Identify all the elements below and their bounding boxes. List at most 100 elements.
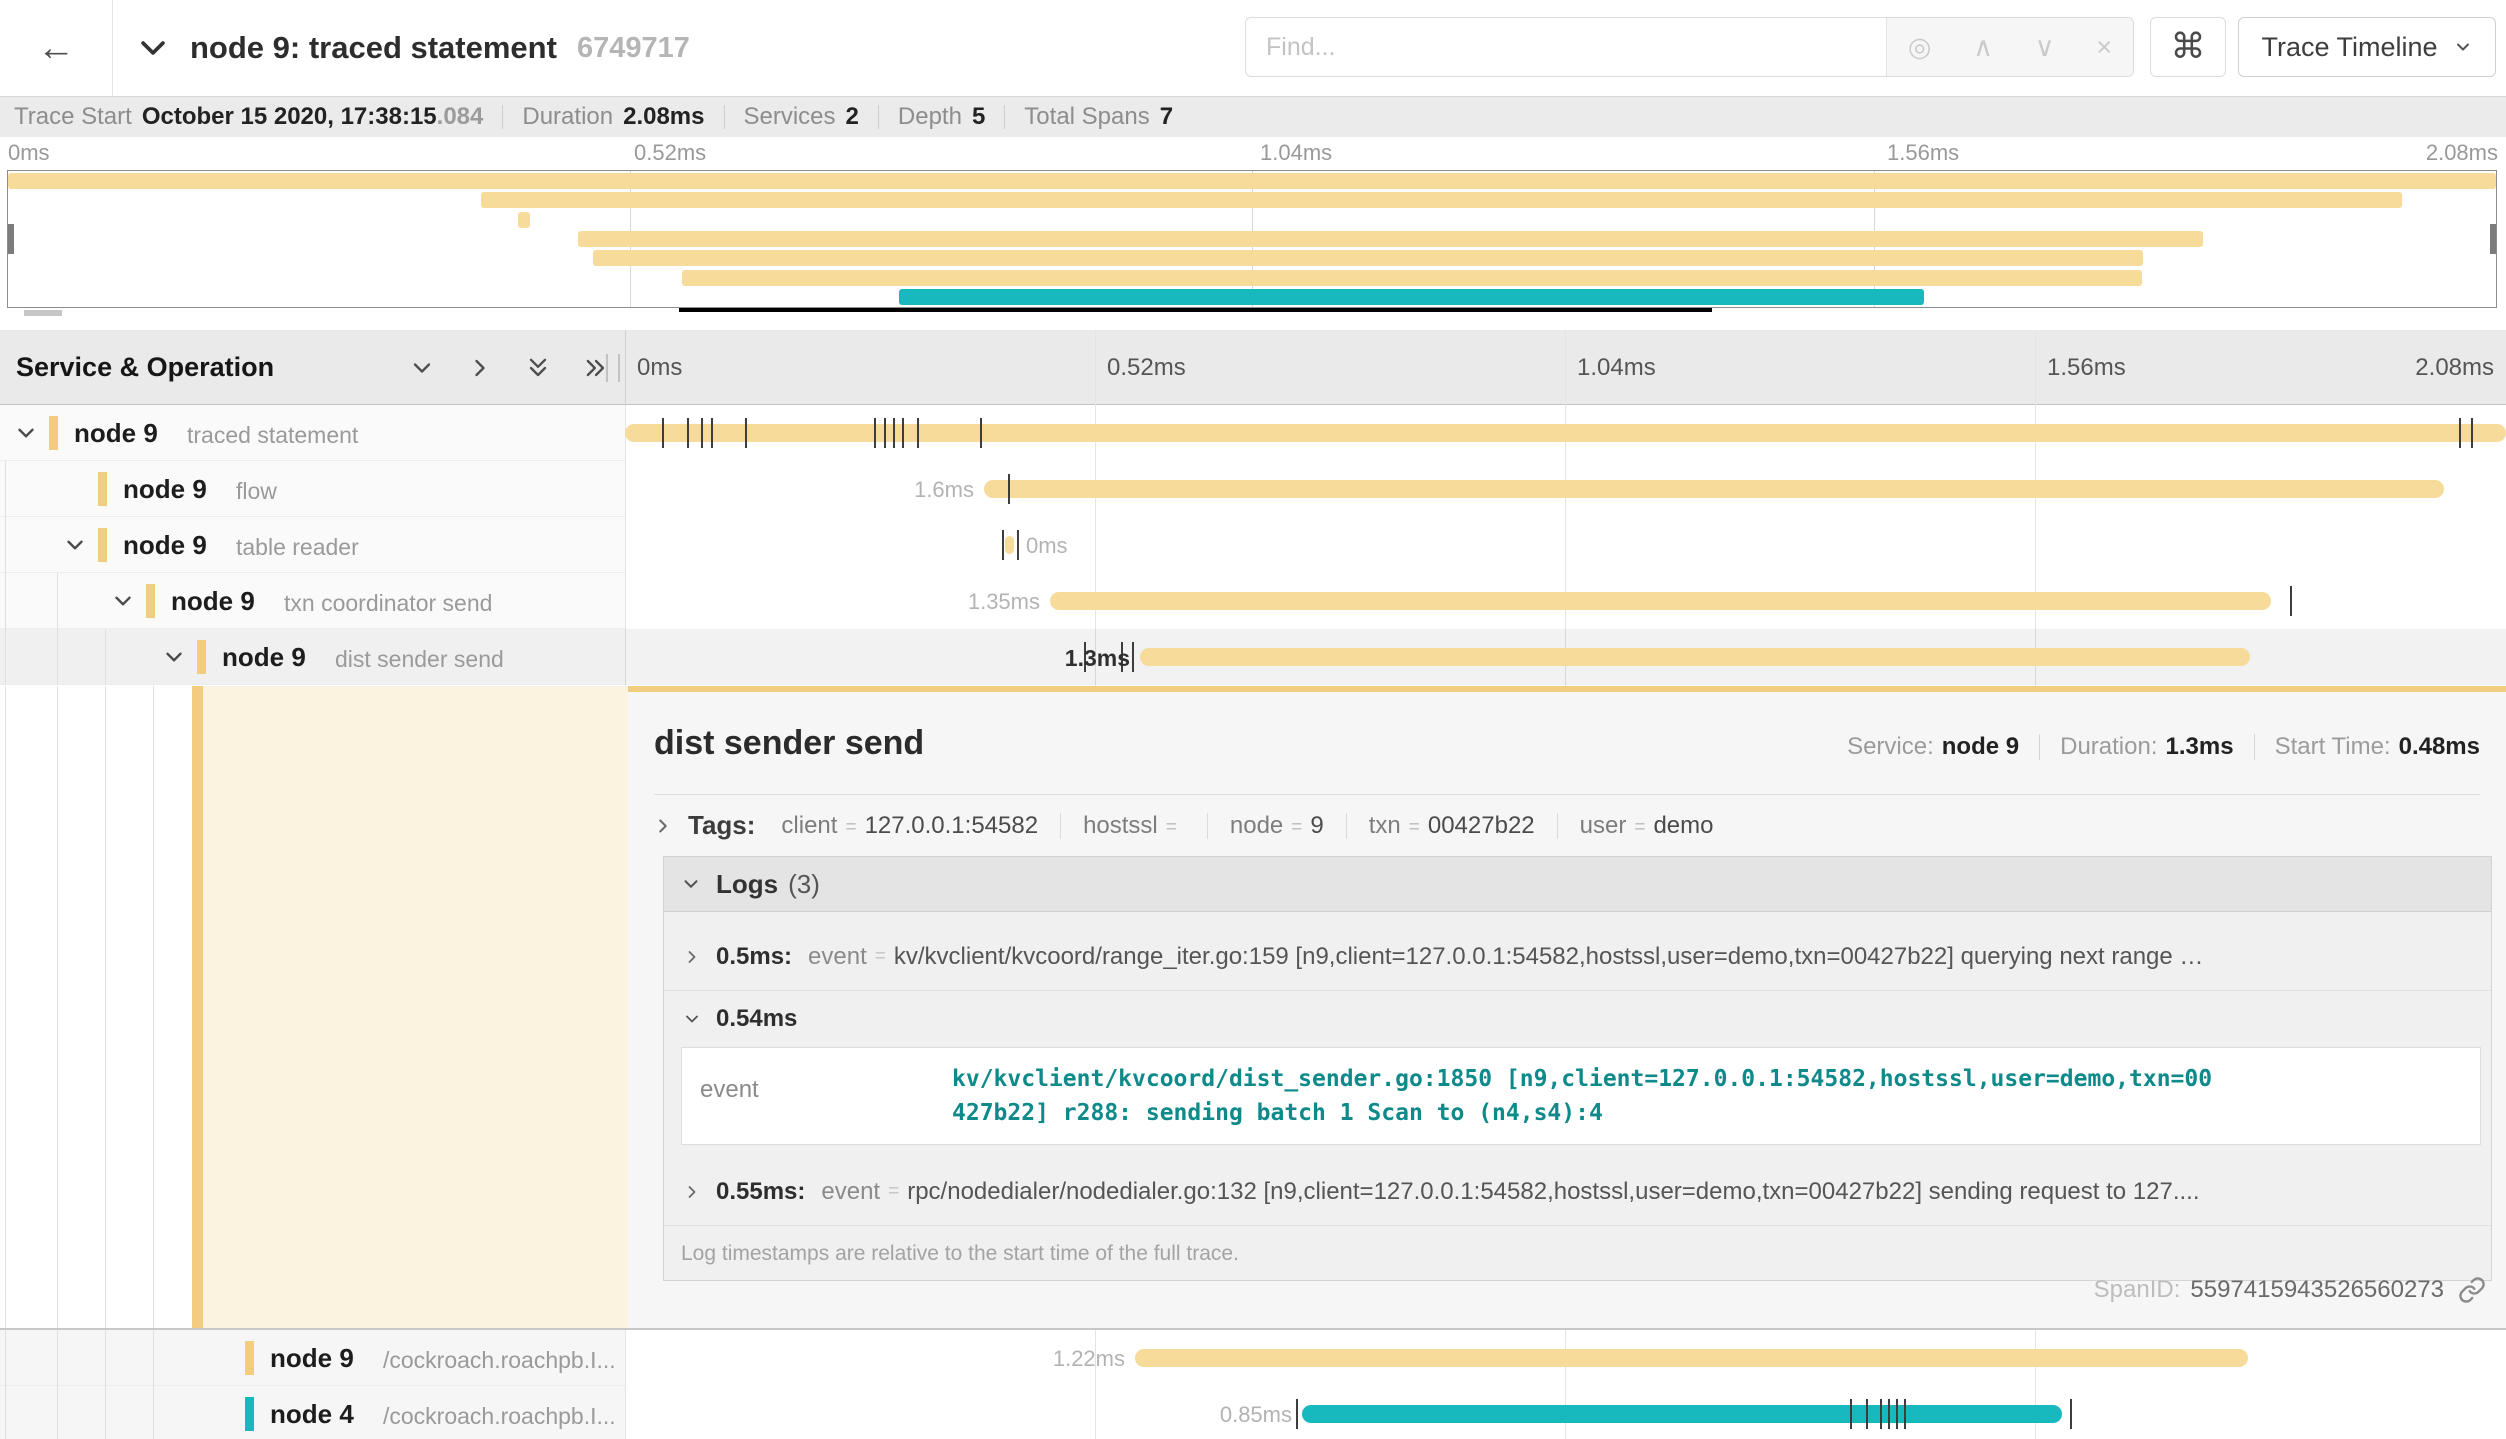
log-event-tick: [1896, 1399, 1898, 1429]
tree-guide: [57, 686, 58, 1330]
span-row-txn-coordinator-send[interactable]: node 9txn coordinator send1.35ms: [0, 573, 2506, 629]
span-duration-bar[interactable]: [1302, 1405, 2062, 1423]
log-event-tick: [893, 418, 895, 448]
span-row-traced-statement[interactable]: node 9traced statement: [0, 405, 2506, 461]
link-icon[interactable]: [2458, 1276, 2486, 1304]
span-row-track[interactable]: 1.22ms: [625, 1330, 2506, 1386]
locate-icon[interactable]: ◎: [1908, 32, 1932, 63]
span-color-bar: [197, 640, 206, 674]
trace-title-group: node 9: traced statement 6749717: [136, 0, 690, 96]
span-color-bar: [245, 1397, 254, 1431]
chevron-down-icon[interactable]: [161, 644, 187, 670]
log-event-tick: [1866, 1399, 1868, 1429]
span-row-label-cell[interactable]: node 9flow: [0, 461, 625, 517]
log-entry-header[interactable]: 0.54ms: [664, 991, 2491, 1047]
log-field-value: kv/kvclient/kvcoord/range_iter.go:159 [n…: [894, 943, 2204, 971]
column-resize-handle[interactable]: [606, 354, 620, 382]
span-row-label-cell[interactable]: node 9table reader: [0, 517, 625, 573]
collapse-all-icon[interactable]: [524, 354, 552, 382]
span-row-track[interactable]: 0ms: [625, 517, 2506, 573]
expand-one-icon[interactable]: [466, 354, 494, 382]
detail-bottom-border: [0, 1328, 2506, 1330]
span-row-label-cell[interactable]: node 9/cockroach.roachpb.I...: [0, 1330, 625, 1386]
trace-title-chevron-down-icon[interactable]: [136, 31, 170, 65]
minimap-canvas[interactable]: [7, 170, 2497, 308]
find-bar: ◎ ∧ ∨ ×: [1245, 17, 2134, 77]
log-event-tick: [1296, 1399, 1298, 1429]
tags-accordion[interactable]: Tags: client=127.0.0.1:54582hostssl=node…: [652, 810, 1713, 841]
span-duration-label: 0.85ms: [1220, 1402, 1292, 1428]
span-row-label-cell[interactable]: node 9traced statement: [0, 405, 625, 461]
minimap-ruler-tick: 1.56ms: [1887, 140, 1959, 166]
chevron-down-icon[interactable]: [110, 588, 136, 614]
minimap-span-bar: [682, 270, 2142, 286]
span-row--cockroach-roachpb-i-[interactable]: node 4/cockroach.roachpb.I... 0.85ms: [0, 1386, 2506, 1439]
minimap-ruler-tick: 0.52ms: [634, 140, 706, 166]
summary-divider: [1004, 105, 1005, 129]
logs-header[interactable]: Logs (3): [664, 857, 2491, 912]
tag-item: client=127.0.0.1:54582: [781, 812, 1038, 840]
span-duration-bar[interactable]: [1140, 648, 2250, 666]
chevron-down-icon[interactable]: [13, 420, 39, 446]
minimap-scroll-indicator[interactable]: [679, 308, 1712, 312]
arrow-left-icon: ←: [37, 27, 75, 70]
span-row-track[interactable]: 0.85ms: [625, 1386, 2506, 1439]
trace-id-short: 6749717: [577, 32, 690, 65]
span-row-flow[interactable]: node 9flow1.6ms: [0, 461, 2506, 517]
prev-match-icon[interactable]: ∧: [1973, 32, 1993, 63]
span-row-table-reader[interactable]: node 9table reader 0ms: [0, 517, 2506, 573]
equals-sign: =: [1634, 817, 1645, 839]
span-row-track[interactable]: 1.3ms: [625, 629, 2506, 685]
log-entry[interactable]: 0.55ms: event = rpc/nodedialer/nodediale…: [664, 1159, 2491, 1226]
tree-guide: [105, 1330, 106, 1386]
next-match-icon[interactable]: ∨: [2035, 32, 2055, 63]
span-duration-bar[interactable]: [1050, 592, 2271, 610]
span-row--cockroach-roachpb-i-[interactable]: node 9/cockroach.roachpb.I...1.22ms: [0, 1330, 2506, 1386]
span-row-track[interactable]: 1.35ms: [625, 573, 2506, 629]
span-detail-panel: dist sender send Service: node 9 Duratio…: [628, 686, 2506, 1330]
summary-value-suffix: .084: [437, 103, 484, 130]
log-event-tick: [1008, 474, 1010, 504]
span-row-dist-sender-send[interactable]: node 9dist sender send1.3ms: [0, 629, 2506, 685]
span-duration-bar[interactable]: [625, 424, 2506, 442]
log-fields-table: event kv/kvclient/kvcoord/dist_sender.go…: [681, 1047, 2481, 1145]
find-input[interactable]: [1246, 18, 1886, 76]
meta-divider: [2039, 734, 2040, 760]
detail-indent-fill: [203, 686, 628, 1330]
span-row-track[interactable]: [625, 405, 2506, 461]
span-duration-bar[interactable]: [1135, 1349, 2248, 1367]
log-event-tick: [1880, 1399, 1882, 1429]
summary-label: Trace Start: [14, 103, 132, 131]
log-event-tick: [1132, 642, 1134, 672]
clear-search-icon[interactable]: ×: [2096, 32, 2112, 63]
minimap-ruler-tick: 1.04ms: [1260, 140, 1332, 166]
log-event-tick: [745, 418, 747, 448]
log-event-tick: [1002, 530, 1004, 560]
log-entry[interactable]: 0.5ms: event = kv/kvclient/kvcoord/range…: [664, 924, 2491, 991]
tree-guide: [57, 573, 58, 629]
span-duration-bar[interactable]: [1005, 536, 1014, 554]
tags-label: Tags:: [688, 810, 755, 841]
logs-hint: Log timestamps are relative to the start…: [664, 1226, 2491, 1280]
span-row-label-cell[interactable]: node 4/cockroach.roachpb.I...: [0, 1386, 625, 1439]
span-row-label-cell[interactable]: node 9txn coordinator send: [0, 573, 625, 629]
equals-sign: =: [1409, 817, 1420, 839]
minimap-right-handle[interactable]: [2490, 224, 2496, 254]
minimap-left-handle[interactable]: [8, 224, 14, 254]
minimap-scrollbar-chip[interactable]: [24, 310, 62, 316]
tag-divider: [1346, 813, 1347, 839]
trace-view-selector[interactable]: Trace Timeline: [2238, 17, 2496, 77]
chevron-down-icon[interactable]: [62, 532, 88, 558]
span-duration-label: 0ms: [1026, 533, 1068, 559]
span-duration-bar[interactable]: [984, 480, 2444, 498]
keyboard-shortcuts-button[interactable]: ⌘: [2150, 17, 2226, 77]
tag-divider: [1557, 813, 1558, 839]
tag-key: node: [1230, 812, 1283, 840]
collapse-one-icon[interactable]: [408, 354, 436, 382]
tag-value: 9: [1310, 812, 1323, 840]
span-row-label-cell[interactable]: node 9dist sender send: [0, 629, 625, 685]
span-row-track[interactable]: 1.6ms: [625, 461, 2506, 517]
tag-divider: [1060, 813, 1061, 839]
back-button[interactable]: ←: [0, 0, 113, 96]
log-event-tick: [662, 418, 664, 448]
